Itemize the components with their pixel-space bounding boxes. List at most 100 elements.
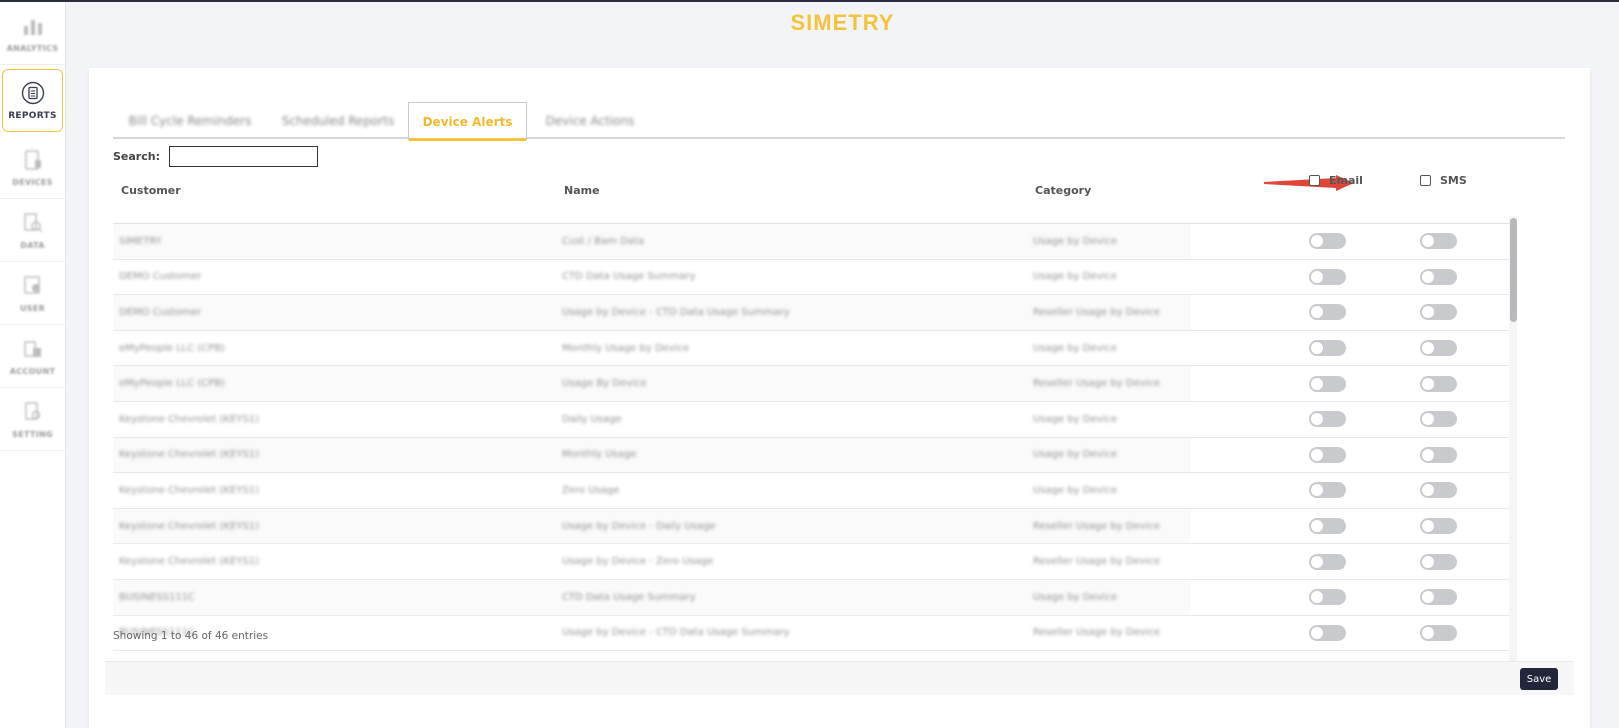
save-button[interactable]: Save xyxy=(1520,668,1558,690)
table-row: BUSINESS111C Usage by Device - CTD Data U… xyxy=(113,616,1514,652)
email-toggle[interactable] xyxy=(1309,268,1346,285)
email-toggle[interactable] xyxy=(1309,589,1346,606)
sidebar-item-label: SETTING xyxy=(12,429,53,439)
tab-bar: Bill Cycle Reminders Scheduled Reports D… xyxy=(113,102,1565,141)
cell-name: Usage By Device xyxy=(562,378,647,390)
cell-category: Reseller Usage by Device xyxy=(1033,520,1160,532)
brand-title: SIMETRY xyxy=(790,10,895,35)
cell-customer: Keystone Chevrolet (KEYS1) xyxy=(119,520,259,532)
cell-customer: Keystone Chevrolet (KEYS1) xyxy=(119,413,259,425)
tab-scheduled-reports[interactable]: Scheduled Reports xyxy=(273,103,403,139)
cell-name: Usage by Device - Daily Usage xyxy=(562,520,716,532)
search-bar: Search: xyxy=(113,146,318,167)
sidebar-item-setting[interactable]: SETTING xyxy=(0,388,65,451)
email-toggle[interactable] xyxy=(1309,375,1346,392)
sms-toggle[interactable] xyxy=(1420,375,1457,392)
sidebar-item-reports[interactable]: REPORTS xyxy=(2,69,63,132)
tab-label: Scheduled Reports xyxy=(281,114,395,128)
cell-name: Monthly Usage by Device xyxy=(562,342,690,354)
sidebar: ANALYTICS REPORTS DEVICES DATA USER ACCO… xyxy=(0,2,66,728)
sidebar-item-label: ANALYTICS xyxy=(6,43,59,53)
email-select-all[interactable]: Email xyxy=(1309,174,1363,187)
card-footer: Save xyxy=(105,661,1574,695)
cell-name: Zero Usage xyxy=(562,484,620,496)
row-background xyxy=(113,473,1191,508)
email-toggle[interactable] xyxy=(1309,233,1346,250)
table-row: DEMO Customer Usage by Device - CTD Data … xyxy=(113,295,1514,331)
column-header-name[interactable]: Name xyxy=(564,184,600,197)
cell-name: Daily Usage xyxy=(562,413,622,425)
sidebar-item-user[interactable]: USER xyxy=(0,262,65,325)
cell-name: Usage by Device - CTD Data Usage Summary xyxy=(562,627,790,639)
table-row: Keystone Chevrolet (KEYS1) Usage by Devic… xyxy=(113,544,1514,580)
sms-select-all[interactable]: SMS xyxy=(1420,174,1467,187)
table-row: Keystone Chevrolet (KEYS1) Usage by Devic… xyxy=(113,508,1514,545)
table-row: eMyPeople LLC (CPB) Monthly Usage by Devi… xyxy=(113,331,1514,367)
search-label: Search: xyxy=(113,150,160,163)
user-icon xyxy=(23,275,40,294)
column-header-category[interactable]: Category xyxy=(1035,184,1091,197)
sms-toggle[interactable] xyxy=(1420,340,1457,357)
email-toggle[interactable] xyxy=(1309,340,1346,357)
sms-toggle[interactable] xyxy=(1420,233,1457,250)
alerts-table-body: SIMETRY Cust / Bam Data Usage by Device DEM… xyxy=(113,223,1514,686)
email-toggle[interactable] xyxy=(1309,624,1346,641)
email-checkbox[interactable] xyxy=(1309,175,1320,186)
sidebar-item-devices[interactable]: DEVICES xyxy=(0,136,65,199)
sms-toggle[interactable] xyxy=(1420,482,1457,499)
row-background xyxy=(113,402,1191,437)
cell-category: Usage by Device xyxy=(1033,342,1117,354)
email-toggle[interactable] xyxy=(1309,446,1346,463)
sms-toggle[interactable] xyxy=(1420,304,1457,321)
email-toggle[interactable] xyxy=(1309,553,1346,570)
cell-category: Reseller Usage by Device xyxy=(1033,556,1160,568)
email-toggle[interactable] xyxy=(1309,304,1346,321)
cell-customer: Keystone Chevrolet (KEYS1) xyxy=(119,556,259,568)
cell-category: Usage by Device xyxy=(1033,235,1117,247)
email-toggle[interactable] xyxy=(1309,482,1346,499)
sidebar-item-label: REPORTS xyxy=(8,110,57,121)
data-icon xyxy=(23,212,43,233)
sidebar-item-label: DATA xyxy=(20,240,45,250)
sms-toggle[interactable] xyxy=(1420,589,1457,606)
cell-name: CTD Data Usage Summary xyxy=(562,591,696,603)
sidebar-item-account[interactable]: ACCOUNT xyxy=(0,325,65,388)
tab-device-alerts[interactable]: Device Alerts xyxy=(408,102,527,141)
tab-label: Bill Cycle Reminders xyxy=(128,114,252,128)
sms-toggle[interactable] xyxy=(1420,446,1457,463)
sms-toggle[interactable] xyxy=(1420,553,1457,570)
sidebar-item-label: USER xyxy=(19,303,46,313)
column-header-customer[interactable]: Customer xyxy=(121,184,181,197)
sms-toggle[interactable] xyxy=(1420,268,1457,285)
search-input[interactable] xyxy=(168,146,318,167)
row-background xyxy=(113,224,1191,259)
setting-icon xyxy=(24,401,40,420)
table-row: Keystone Chevrolet (KEYS1) Monthly Usage U… xyxy=(113,437,1514,474)
email-toggle[interactable] xyxy=(1309,411,1346,428)
cell-customer: eMyPeople LLC (CPB) xyxy=(119,378,226,390)
cell-category: Usage by Device xyxy=(1033,591,1117,603)
cell-name: CTD Data Usage Summary xyxy=(562,271,696,283)
sms-toggle[interactable] xyxy=(1420,411,1457,428)
cell-customer: SIMETRY xyxy=(119,235,162,247)
cell-name: Usage by Device - Zero Usage xyxy=(562,556,714,568)
tab-device-actions[interactable]: Device Actions xyxy=(535,103,645,139)
cell-category: Reseller Usage by Device xyxy=(1033,378,1160,390)
cell-name: Monthly Usage xyxy=(562,449,637,461)
cell-category: Reseller Usage by Device xyxy=(1033,627,1160,639)
sms-toggle[interactable] xyxy=(1420,518,1457,535)
sms-toggle[interactable] xyxy=(1420,624,1457,641)
scrollbar-thumb[interactable] xyxy=(1510,218,1517,322)
sidebar-item-analytics[interactable]: ANALYTICS xyxy=(0,2,65,65)
sidebar-item-data[interactable]: DATA xyxy=(0,199,65,262)
table-row: SIMETRY Cust / Bam Data Usage by Device xyxy=(113,224,1514,260)
cell-category: Usage by Device xyxy=(1033,271,1117,283)
cell-category: Reseller Usage by Device xyxy=(1033,306,1160,318)
email-header-label: Email xyxy=(1329,174,1363,187)
email-toggle[interactable] xyxy=(1309,518,1346,535)
row-background xyxy=(113,437,1191,473)
tab-bill-cycle-reminders[interactable]: Bill Cycle Reminders xyxy=(125,103,255,139)
cell-customer: DEMO Customer xyxy=(119,271,202,283)
table-row: eMyPeople LLC (CPB) Usage By Device Resell… xyxy=(113,366,1514,402)
sms-checkbox[interactable] xyxy=(1420,175,1431,186)
